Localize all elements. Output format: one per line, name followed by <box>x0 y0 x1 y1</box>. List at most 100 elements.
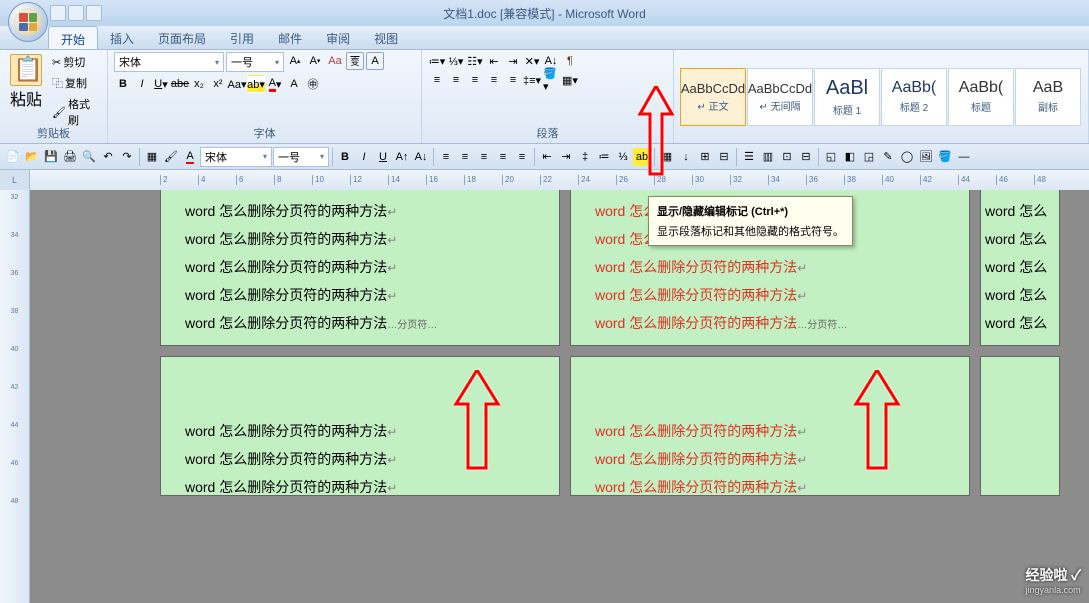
qat2-number-icon[interactable]: ⅓ <box>614 148 632 166</box>
increase-indent-icon[interactable]: ⇥ <box>504 52 522 70</box>
doc-line[interactable]: word 怎么 <box>985 225 1055 253</box>
doc-line[interactable]: word 怎么删除分页符的两种方法↵ <box>595 281 945 309</box>
qat2-undo-icon[interactable]: ↶ <box>99 148 117 166</box>
qat-redo-icon[interactable] <box>86 5 102 21</box>
superscript-icon[interactable]: x² <box>209 75 227 93</box>
qat2-print-icon[interactable]: 🖨 <box>61 148 79 166</box>
qat2-font-combo[interactable]: 宋体▾ <box>200 147 272 167</box>
qat2-draw-icon[interactable]: ✎ <box>879 148 897 166</box>
multilevel-icon[interactable]: ☷▾ <box>466 52 484 70</box>
qat-undo-icon[interactable] <box>68 5 84 21</box>
strike-icon[interactable]: abe <box>171 75 189 93</box>
style-heading1[interactable]: AaBl标题 1 <box>814 68 880 126</box>
doc-line[interactable]: word 怎么 <box>985 281 1055 309</box>
qat2-underline-icon[interactable]: U <box>374 148 392 166</box>
font-size-combo[interactable]: 一号▾ <box>226 52 284 72</box>
style-title[interactable]: AaBb(标题 <box>948 68 1014 126</box>
doc-line[interactable]: word 怎么删除分页符的两种方法↵ <box>185 225 535 253</box>
qat2-outdent-icon[interactable]: ⇤ <box>538 148 556 166</box>
tab-view[interactable]: 视图 <box>362 26 410 49</box>
qat2-spacing-icon[interactable]: ‡ <box>576 148 594 166</box>
shrink-font-icon[interactable]: A▾ <box>306 52 324 70</box>
line-spacing-icon[interactable]: ‡≡▾ <box>523 71 541 89</box>
ruler-corner[interactable]: L <box>0 170 30 190</box>
qat2-save-icon[interactable]: 💾 <box>42 148 60 166</box>
qat2-pic-icon[interactable]: 🖼 <box>917 148 935 166</box>
tab-references[interactable]: 引用 <box>218 26 266 49</box>
style-heading2[interactable]: AaBb(标题 2 <box>881 68 947 126</box>
style-normal[interactable]: AaBbCcDd↵ 正文 <box>680 68 746 126</box>
doc-line[interactable]: word 怎么删除分页符的两种方法…分页符… <box>185 309 535 337</box>
font-color-icon[interactable]: A▾ <box>266 75 284 93</box>
page-5[interactable]: word 怎么删除分页符的两种方法↵ word 怎么删除分页符的两种方法↵ wo… <box>570 356 970 496</box>
clear-format-icon[interactable]: Aa <box>326 52 344 70</box>
highlight-icon[interactable]: ab▾ <box>247 75 265 93</box>
qat2-sort-icon[interactable]: ↓ <box>677 148 695 166</box>
tab-insert[interactable]: 插入 <box>98 26 146 49</box>
style-no-spacing[interactable]: AaBbCcDd↵ 无间隔 <box>747 68 813 126</box>
doc-line[interactable]: word 怎么删除分页符的两种方法↵ <box>595 473 945 501</box>
decrease-indent-icon[interactable]: ⇤ <box>485 52 503 70</box>
align-right-icon[interactable]: ≡ <box>466 71 484 89</box>
doc-line[interactable]: word 怎么 <box>985 197 1055 225</box>
qat2-merge-icon[interactable]: ⊡ <box>778 148 796 166</box>
qat2-dist-icon[interactable]: ≡ <box>513 148 531 166</box>
qat2-align-tl-icon[interactable]: ◱ <box>822 148 840 166</box>
doc-line[interactable]: word 怎么删除分页符的两种方法↵ <box>185 253 535 281</box>
qat2-preview-icon[interactable]: 🔍 <box>80 148 98 166</box>
page-1[interactable]: word 怎么删除分页符的两种方法↵ word 怎么删除分页符的两种方法↵ wo… <box>160 190 560 346</box>
align-left-icon[interactable]: ≡ <box>428 71 446 89</box>
horizontal-ruler[interactable]: 2468101214161820222426283032343638404244… <box>30 170 1089 190</box>
qat2-fill-icon[interactable]: 🪣 <box>936 148 954 166</box>
phonetic-icon[interactable]: 变 <box>346 52 364 70</box>
qat2-line-icon[interactable]: — <box>955 148 973 166</box>
font-name-combo[interactable]: 宋体▾ <box>114 52 224 72</box>
style-subtitle[interactable]: AaB副标 <box>1015 68 1081 126</box>
bullets-icon[interactable]: ≔▾ <box>428 52 446 70</box>
qat2-new-icon[interactable]: 📄 <box>4 148 22 166</box>
numbering-icon[interactable]: ⅓▾ <box>447 52 465 70</box>
grow-font-icon[interactable]: A▴ <box>286 52 304 70</box>
qat2-fontcolor-icon[interactable]: A <box>181 148 199 166</box>
qat2-align-right-icon[interactable]: ≡ <box>475 148 493 166</box>
justify-icon[interactable]: ≡ <box>485 71 503 89</box>
qat2-open-icon[interactable]: 📂 <box>23 148 41 166</box>
qat2-align-ct-icon[interactable]: ◧ <box>841 148 859 166</box>
underline-icon[interactable]: U▾ <box>152 75 170 93</box>
office-button[interactable] <box>8 2 48 42</box>
qat2-brush-icon[interactable]: 🖌 <box>162 148 180 166</box>
bold-icon[interactable]: B <box>114 75 132 93</box>
qat2-align-left-icon[interactable]: ≡ <box>437 148 455 166</box>
enclose-char-icon[interactable]: ㊥ <box>304 75 322 93</box>
char-border-icon[interactable]: A <box>366 52 384 70</box>
qat2-bullets-icon[interactable]: ≔ <box>595 148 613 166</box>
page-3[interactable]: word 怎么 word 怎么 word 怎么 word 怎么 word 怎么 <box>980 190 1060 346</box>
doc-line[interactable]: word 怎么删除分页符的两种方法…分页符… <box>595 309 945 337</box>
cut-button[interactable]: ✂剪切 <box>48 52 101 72</box>
subscript-icon[interactable]: x₂ <box>190 75 208 93</box>
borders-icon[interactable]: ▦▾ <box>561 71 579 89</box>
qat2-align-center-icon[interactable]: ≡ <box>456 148 474 166</box>
qat2-italic-icon[interactable]: I <box>355 148 373 166</box>
doc-line[interactable]: word 怎么删除分页符的两种方法↵ <box>595 253 945 281</box>
qat2-justify-icon[interactable]: ≡ <box>494 148 512 166</box>
qat-save-icon[interactable] <box>50 5 66 21</box>
qat2-bold-icon[interactable]: B <box>336 148 354 166</box>
vertical-ruler[interactable]: 323436384042444648 <box>0 190 30 603</box>
show-hide-marks-button[interactable]: ¶ <box>561 52 579 70</box>
distribute-icon[interactable]: ≡ <box>504 71 522 89</box>
doc-line[interactable]: word 怎么删除分页符的两种方法↵ <box>185 197 535 225</box>
doc-line[interactable]: word 怎么删除分页符的两种方法↵ <box>185 473 535 501</box>
qat2-split-icon[interactable]: ⊟ <box>797 148 815 166</box>
tab-home[interactable]: 开始 <box>48 26 98 49</box>
qat2-align-br-icon[interactable]: ◲ <box>860 148 878 166</box>
qat2-col-icon[interactable]: ▥ <box>759 148 777 166</box>
qat2-shrink-icon[interactable]: A↓ <box>412 148 430 166</box>
qat2-grow-icon[interactable]: A↑ <box>393 148 411 166</box>
tab-page-layout[interactable]: 页面布局 <box>146 26 218 49</box>
italic-icon[interactable]: I <box>133 75 151 93</box>
doc-line[interactable]: word 怎么删除分页符的两种方法↵ <box>185 281 535 309</box>
qat2-row-icon[interactable]: ☰ <box>740 148 758 166</box>
tab-review[interactable]: 审阅 <box>314 26 362 49</box>
copy-button[interactable]: ⿻复制 <box>48 73 101 93</box>
